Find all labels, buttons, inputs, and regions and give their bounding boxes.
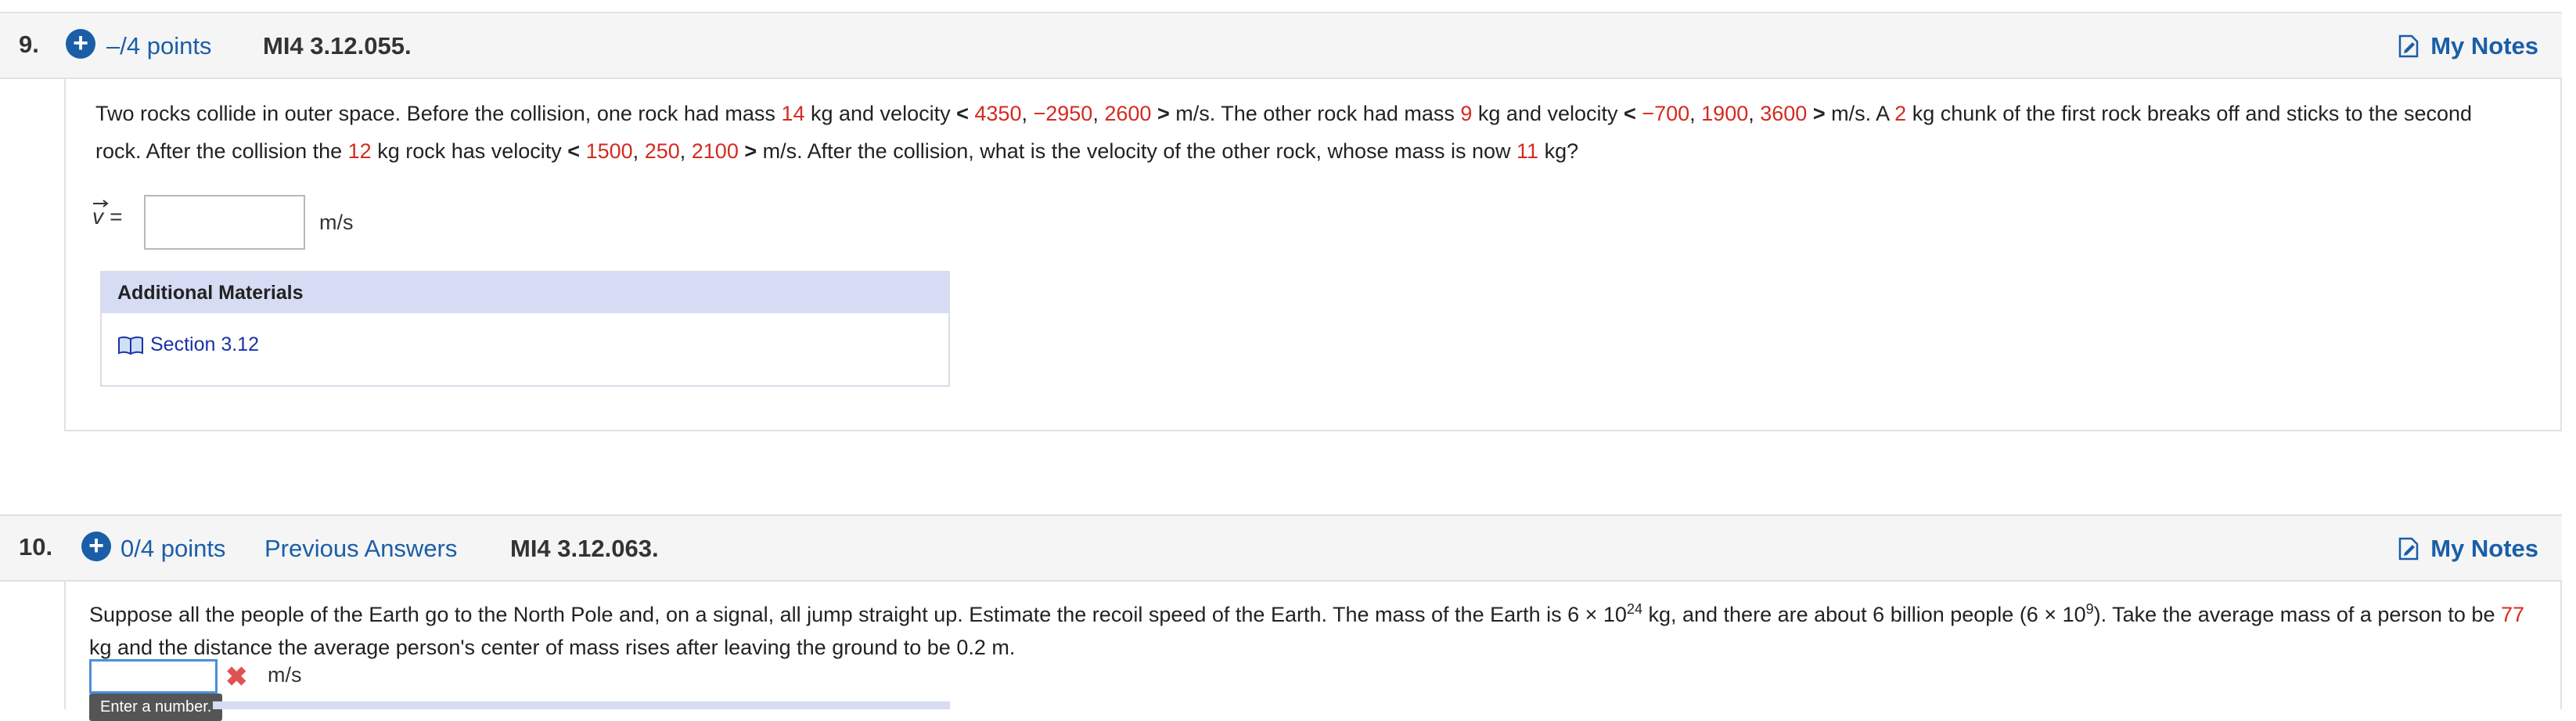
my-notes-label: My Notes [2430,535,2538,562]
question-code: MI4 3.12.055. [263,32,412,59]
section-link-label: Section 3.12 [150,333,259,355]
additional-materials-heading: Additional Materials [102,272,948,313]
note-icon [2398,537,2419,561]
input-tooltip: Enter a number. [89,694,223,721]
note-icon [2398,34,2419,58]
points-label[interactable]: 0/4 points [121,535,225,563]
question-10-body: Suppose all the people of the Earth go t… [64,582,2562,721]
recoil-speed-answer-input[interactable] [89,659,218,694]
additional-materials-panel: Additional Materials Section 3.12 [100,271,950,387]
unit-label: m/s [319,211,354,234]
unit-label: m/s [268,663,302,687]
section-link[interactable]: Section 3.12 [117,333,259,356]
question-9-header: 9. + –/4 points MI4 3.12.055. My Notes [0,12,2562,79]
expand-plus-icon[interactable]: + [81,532,111,561]
question-9-text: Two rocks collide in outer space. Before… [95,102,2473,163]
previous-answers-link[interactable]: Previous Answers [264,535,457,563]
additional-materials-strip [213,701,950,709]
my-notes-button[interactable]: My Notes [2398,535,2538,563]
my-notes-label: My Notes [2430,32,2538,59]
question-code: MI4 3.12.063. [510,535,659,562]
question-10-text: Suppose all the people of the Earth go t… [89,601,2525,659]
points-label[interactable]: –/4 points [106,32,211,60]
my-notes-button[interactable]: My Notes [2398,32,2538,60]
velocity-answer-input[interactable] [144,195,305,250]
question-9-body: Two rocks collide in outer space. Before… [64,79,2562,431]
vector-arrow-icon [93,200,109,207]
question-10-header: 10. + 0/4 points Previous Answers MI4 3.… [0,514,2562,582]
expand-plus-icon[interactable]: + [66,29,95,59]
book-icon [118,336,143,355]
question-number: 10. [19,533,53,561]
question-number: 9. [19,31,39,58]
incorrect-x-icon: ✖ [225,662,248,692]
velocity-vector-label: v = [92,200,122,229]
